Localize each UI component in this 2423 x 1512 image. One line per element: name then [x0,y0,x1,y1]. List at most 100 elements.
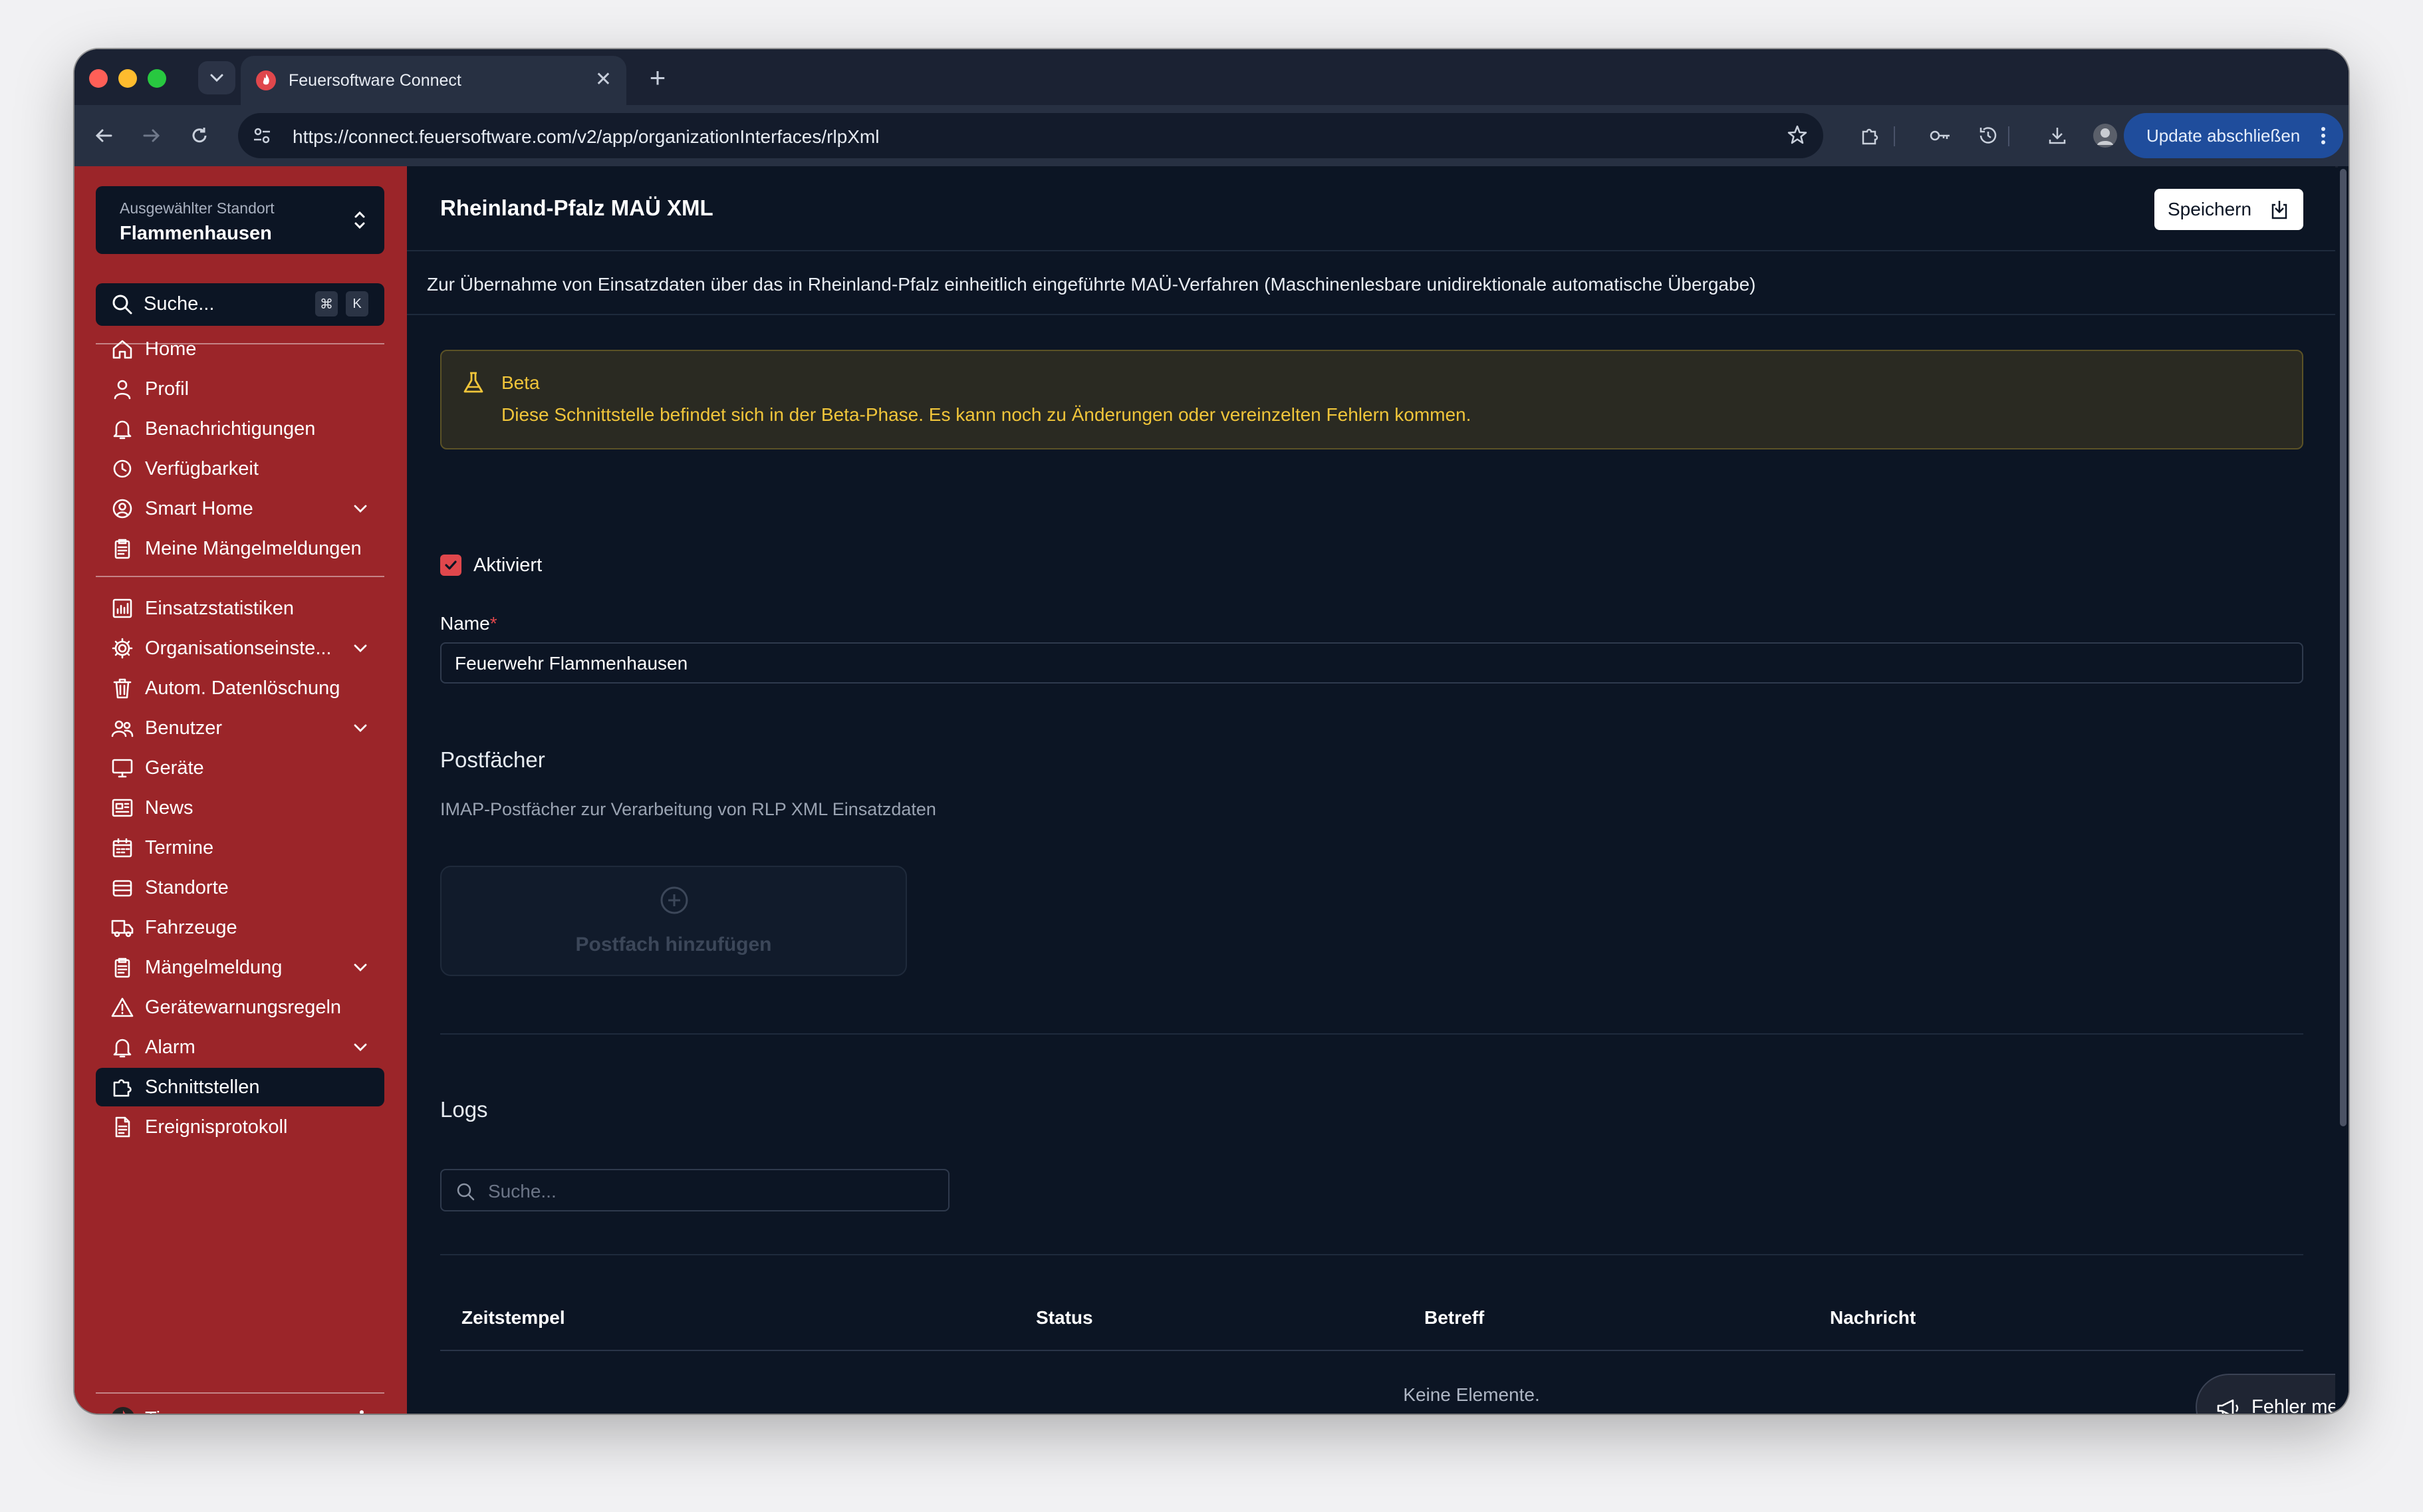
sidebar-item-organisationseinste[interactable]: Organisationseinste... [96,629,384,668]
sidebar-item-termine[interactable]: Termine [96,828,384,867]
column-header-message[interactable]: Nachricht [1830,1307,1916,1328]
checkmark-icon [445,561,457,570]
star-icon[interactable] [1786,124,1809,146]
sidebar-item-verfügbarkeit[interactable]: Verfügbarkeit [96,449,384,488]
forward-button[interactable] [136,120,168,152]
sidebar-item-home[interactable]: Home [96,330,384,368]
chevron-up-down-icon [354,211,365,229]
toolbar-separator [1894,126,1895,146]
sidebar-item-autom-datenlöschung[interactable]: Autom. Datenlöschung [96,669,384,707]
chevron-down-icon[interactable] [351,958,370,977]
close-tab-icon[interactable]: ✕ [595,69,612,90]
tab-strip: Feuersoftware Connect ✕ + [74,49,2349,105]
close-window-button[interactable] [89,69,108,88]
column-header-subject[interactable]: Betreff [1424,1307,1484,1328]
column-header-timestamp[interactable]: Zeitstempel [461,1307,565,1328]
back-button[interactable] [88,120,120,152]
enabled-label: Aktiviert [473,555,543,576]
sidebar-item-meine-mängelmeldungen[interactable]: Meine Mängelmeldungen [96,529,384,568]
location-label: Ausgewählter Standort [120,199,275,217]
sidebar-item-label: Benutzer [145,717,223,739]
sidebar-search[interactable]: Suche... ⌘ K [96,283,384,326]
sidebar-item-profil[interactable]: Profil [96,370,384,408]
sidebar-item-fahrzeuge[interactable]: Fahrzeuge [96,908,384,947]
newspaper-icon [109,795,136,821]
save-button-label: Speichern [2168,199,2252,219]
sidebar-item-gerätewarnungsregeln[interactable]: Gerätewarnungsregeln [96,988,384,1027]
sidebar-item-label: News [145,797,193,819]
section-divider [440,1033,2303,1035]
main-content: Rheinland-Pfalz MAÜ XML Speichern Zur Üb… [407,166,2335,1414]
sidebar-item-label: Mängelmeldung [145,956,283,978]
feuersoftware-logo-icon [256,70,276,90]
enabled-checkbox[interactable] [440,555,461,576]
clipboard-icon [109,954,136,981]
maximize-window-button[interactable] [148,69,166,88]
sidebar-item-label: Meine Mängelmeldungen [145,537,362,559]
sidebar-item-benachrichtigungen[interactable]: Benachrichtigungen [96,410,384,448]
sidebar-item-alarm[interactable]: Alarm [96,1028,384,1067]
scrollbar-thumb[interactable] [2340,169,2347,1126]
downloads-button[interactable] [2041,120,2073,152]
sidebar-item-label: Organisationseinste... [145,637,332,659]
user-menu[interactable]: Timo [96,1399,384,1414]
warning-icon [109,994,136,1021]
sidebar-item-einsatzstatistiken[interactable]: Einsatzstatistiken [96,589,384,628]
column-header-status[interactable]: Status [1036,1307,1093,1328]
sidebar-divider [96,1392,384,1394]
name-input[interactable]: Feuerwehr Flammenhausen [440,642,2303,684]
history-button[interactable] [1972,120,2004,152]
table-top-divider [440,1254,2303,1255]
sidebar-item-label: Geräte [145,757,204,779]
calendar-icon [109,834,136,861]
location-select[interactable]: Ausgewählter Standort Flammenhausen [96,186,384,254]
extensions-button[interactable] [1854,120,1886,152]
passwords-button[interactable] [1924,120,1956,152]
users-icon [109,715,136,741]
sidebar-item-label: Ereignisprotokoll [145,1116,288,1138]
sidebar-item-label: Standorte [145,876,229,898]
tab-search-button[interactable] [198,61,235,94]
browser-tab[interactable]: Feuersoftware Connect ✕ [241,56,626,105]
sidebar-item-ereignisprotokoll[interactable]: Ereignisprotokoll [96,1108,384,1146]
shortcut-key-cmd: ⌘ [315,291,338,316]
reload-button[interactable] [184,120,215,152]
logs-search-input[interactable]: Suche... [440,1169,950,1211]
beta-alert: Beta Diese Schnittstelle befindet sich i… [440,350,2303,449]
profile-button[interactable] [2089,120,2121,152]
sidebar-item-mängelmeldung[interactable]: Mängelmeldung [96,948,384,987]
chevron-down-icon[interactable] [351,639,370,658]
new-tab-button[interactable]: + [641,61,674,94]
chevron-down-icon[interactable] [351,1038,370,1057]
building-icon [109,874,136,901]
chevron-down-icon[interactable] [351,499,370,518]
truck-icon [109,914,136,941]
add-mailbox-button[interactable]: Postfach hinzufügen [440,866,907,976]
sidebar-item-geräte[interactable]: Geräte [96,749,384,787]
avatar [112,1407,134,1414]
sidebar-item-news[interactable]: News [96,789,384,827]
sidebar-item-label: Home [145,338,197,360]
address-bar[interactable]: https://connect.feuersoftware.com/v2/app… [238,113,1823,158]
sidebar-item-smart-home[interactable]: Smart Home [96,489,384,528]
mailboxes-description: IMAP-Postfächer zur Verarbeitung von RLP… [440,799,936,819]
gear-icon [109,635,136,662]
description-divider [407,314,2335,315]
more-vertical-icon[interactable] [359,1408,364,1414]
sidebar-item-standorte[interactable]: Standorte [96,868,384,907]
update-button-label: Update abschließen [2146,125,2301,146]
sidebar-item-schnittstellen[interactable]: Schnittstellen [96,1068,384,1106]
update-button[interactable]: Update abschließen [2124,113,2343,158]
chevron-down-icon[interactable] [351,719,370,737]
minimize-window-button[interactable] [118,69,137,88]
save-button[interactable]: Speichern [2154,189,2303,230]
report-bug-button[interactable]: Fehler melden [2196,1374,2335,1414]
home-icon [109,336,136,362]
name-label: Name* [440,613,497,634]
page-title: Rheinland-Pfalz MAÜ XML [440,195,713,220]
search-icon [112,295,132,315]
main-scrollbar[interactable] [2338,166,2349,1414]
sidebar-item-label: Benachrichtigungen [145,418,316,440]
sidebar-item-benutzer[interactable]: Benutzer [96,709,384,747]
header-divider [407,250,2335,251]
